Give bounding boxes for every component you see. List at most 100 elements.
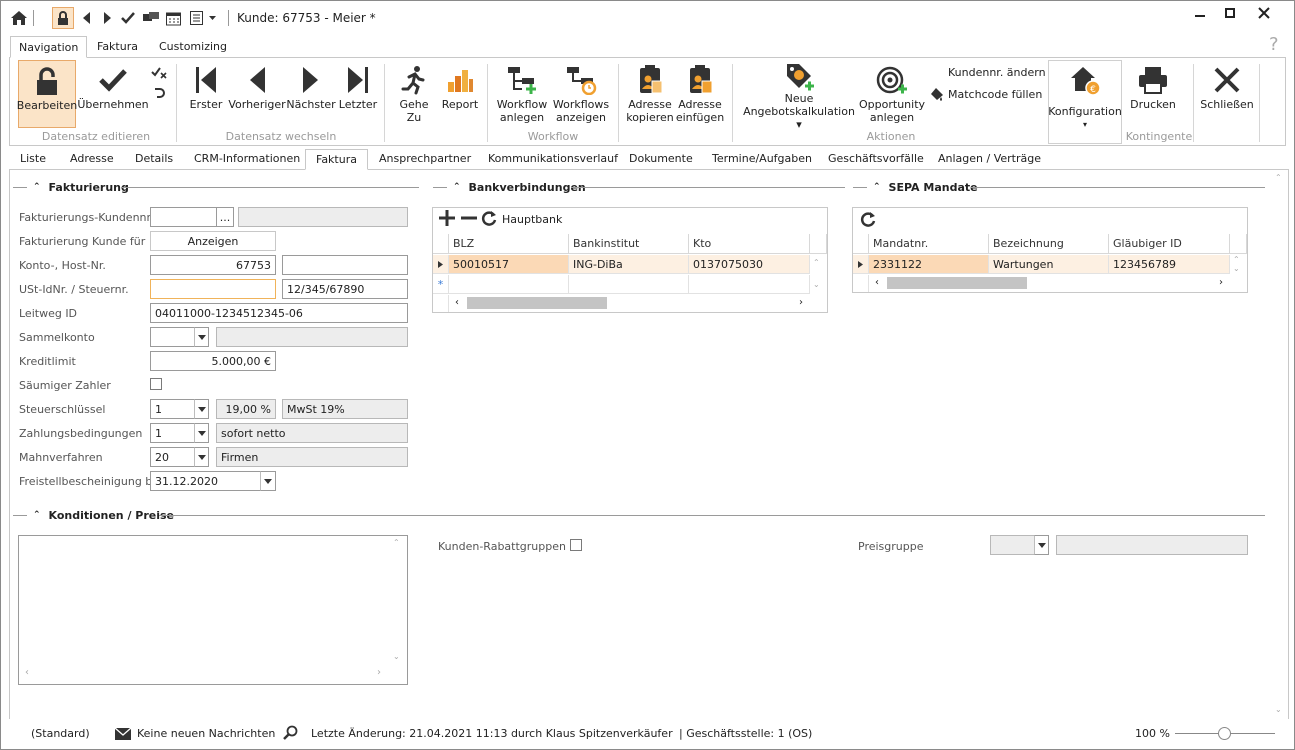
scroll-left-icon[interactable]: ‹: [455, 297, 459, 308]
zahlung-select[interactable]: 1: [150, 423, 195, 443]
erster-button[interactable]: Erster: [186, 60, 226, 126]
steuerschluessel-select[interactable]: 1: [150, 399, 195, 419]
freistell-date-input[interactable]: 31.12.2020: [150, 471, 262, 491]
scroll-down-icon[interactable]: ⌄: [813, 280, 820, 289]
tab-crm-informationen[interactable]: CRM-Informationen: [188, 149, 306, 170]
undo-icon[interactable]: [153, 86, 165, 103]
tab-termine-aufgaben[interactable]: Termine/Aufgaben: [706, 149, 818, 170]
quick-access-dropdown-icon[interactable]: [206, 8, 218, 28]
naechster-button[interactable]: Nächster: [286, 60, 336, 126]
tab-kommunikationsverlauf[interactable]: Kommunikationsverlauf: [482, 149, 624, 170]
kreditlimit-input[interactable]: 5.000,00 €: [150, 351, 276, 371]
opportunity-anlegen-button[interactable]: Opportunity anlegen: [859, 60, 925, 126]
kundennr-aendern-button[interactable]: Kundennr. ändern: [948, 66, 1046, 79]
table-cell-kto[interactable]: 0137075030: [689, 255, 810, 274]
vorheriger-button[interactable]: Vorheriger: [228, 60, 286, 126]
scroll-right-icon[interactable]: ›: [377, 667, 381, 678]
tab-dokumente[interactable]: Dokumente: [623, 149, 699, 170]
section-fakturierung[interactable]: ⌃ Fakturierung: [33, 180, 129, 194]
tab-geschaeftsvorfaelle[interactable]: Geschäftsvorfälle: [822, 149, 930, 170]
freistell-dropdown-button[interactable]: [260, 471, 276, 491]
konfiguration-button[interactable]: € Konfiguration ▾: [1048, 60, 1122, 144]
konditionen-textarea[interactable]: ⌃ ⌄ ‹ ›: [18, 535, 408, 685]
column-header-bankinstitut[interactable]: Bankinstitut: [569, 234, 689, 254]
tab-details[interactable]: Details: [129, 149, 179, 170]
tab-faktura[interactable]: Faktura: [305, 149, 368, 170]
new-row-cell[interactable]: [569, 275, 689, 294]
status-messages[interactable]: Keine neuen Nachrichten: [137, 727, 275, 740]
scroll-left-icon[interactable]: ‹: [875, 277, 879, 288]
report-button[interactable]: Report: [438, 60, 482, 126]
tab-adresse[interactable]: Adresse: [64, 149, 120, 170]
gehe-zu-button[interactable]: Gehe Zu: [394, 60, 434, 126]
horizontal-scrollbar-thumb[interactable]: [467, 297, 607, 309]
next-icon[interactable]: [97, 8, 117, 28]
kundennr-browse-button[interactable]: ...: [216, 207, 234, 227]
section-sepa-mandate[interactable]: ⌃ SEPA Mandate: [873, 180, 978, 194]
tab-ansprechpartner[interactable]: Ansprechpartner: [373, 149, 477, 170]
remove-icon[interactable]: [461, 210, 477, 229]
mahn-select[interactable]: 20: [150, 447, 195, 467]
table-cell-blz[interactable]: 50010517: [449, 255, 569, 274]
preisgruppe-dropdown-button[interactable]: [1034, 535, 1049, 555]
neue-angebotskalkulation-button[interactable]: Neue Angebotskalkulation ▾: [742, 60, 856, 131]
workflow-anlegen-button[interactable]: Workflow anlegen: [494, 60, 550, 126]
host-nr-input[interactable]: [282, 255, 408, 275]
konto-input[interactable]: 67753: [150, 255, 276, 275]
page-scroll-up-icon[interactable]: ⌃: [1275, 173, 1282, 182]
mahn-dropdown-button[interactable]: [194, 447, 209, 467]
section-konditionen[interactable]: ⌃ Konditionen / Preise: [33, 508, 174, 522]
refresh-icon[interactable]: [860, 211, 876, 230]
status-standard[interactable]: (Standard): [31, 727, 90, 740]
new-row-cell[interactable]: [689, 275, 810, 294]
calendar-icon[interactable]: [163, 8, 183, 28]
table-cell-bezeichnung[interactable]: Wartungen: [989, 255, 1109, 274]
kundennr-input[interactable]: [150, 207, 217, 227]
section-bankverbindungen[interactable]: ⌃ Bankverbindungen: [453, 180, 586, 194]
chat-icon[interactable]: [141, 8, 161, 28]
sammelkonto-dropdown-button[interactable]: [194, 327, 209, 347]
rabattgruppen-checkbox[interactable]: [570, 539, 582, 551]
list-icon[interactable]: [186, 8, 206, 28]
scroll-left-icon[interactable]: ‹: [25, 667, 29, 678]
scroll-right-icon[interactable]: ›: [799, 297, 803, 308]
sammelkonto-select[interactable]: [150, 327, 195, 347]
help-icon[interactable]: ?: [1269, 34, 1279, 55]
ribbon-tab-customizing[interactable]: Customizing: [151, 36, 235, 58]
scroll-up-icon[interactable]: ⌃: [393, 538, 400, 547]
table-cell-bankinstitut[interactable]: ING-DiBa: [569, 255, 689, 274]
new-row-cell[interactable]: [449, 275, 569, 294]
tab-anlagen-vertraege[interactable]: Anlagen / Verträge: [932, 149, 1047, 170]
ribbon-tab-faktura[interactable]: Faktura: [89, 36, 146, 58]
add-icon[interactable]: [439, 210, 455, 229]
leitweg-input[interactable]: 04011000-1234512345-06: [150, 303, 408, 323]
ribbon-tab-navigation[interactable]: Navigation: [10, 36, 88, 58]
search-icon[interactable]: [283, 725, 298, 743]
tab-liste[interactable]: Liste: [14, 149, 52, 170]
column-header-mandatnr[interactable]: Mandatnr.: [869, 234, 989, 254]
workflows-anzeigen-button[interactable]: Workflows anzeigen: [552, 60, 610, 126]
saeumig-checkbox[interactable]: [150, 378, 162, 390]
horizontal-scrollbar-thumb[interactable]: [887, 277, 1027, 289]
scroll-right-icon[interactable]: ›: [1219, 277, 1223, 288]
table-cell-glaeubiger-id[interactable]: 123456789: [1109, 255, 1230, 274]
drucken-button[interactable]: Drucken: [1128, 60, 1178, 126]
hauptbank-button[interactable]: Hauptbank: [502, 213, 562, 226]
bearbeiten-button[interactable]: Bearbeiten: [17, 60, 77, 128]
column-header-glaeubiger-id[interactable]: Gläubiger ID: [1109, 234, 1230, 254]
maximize-button[interactable]: [1215, 3, 1245, 23]
steuerschluessel-dropdown-button[interactable]: [194, 399, 209, 419]
table-cell-mandatnr[interactable]: 2331122: [869, 255, 989, 274]
anzeigen-button[interactable]: Anzeigen: [150, 231, 276, 251]
close-window-button[interactable]: [1249, 3, 1279, 23]
home-icon[interactable]: [9, 8, 29, 28]
schliessen-button[interactable]: Schließen: [1200, 60, 1254, 126]
minimize-button[interactable]: [1185, 3, 1215, 23]
column-header-blz[interactable]: BLZ: [449, 234, 569, 254]
refresh-icon[interactable]: [481, 210, 497, 229]
scroll-down-icon[interactable]: ⌄: [393, 652, 400, 661]
preisgruppe-select[interactable]: [990, 535, 1035, 555]
ust-idnr-input[interactable]: [150, 279, 276, 299]
column-header-bezeichnung[interactable]: Bezeichnung: [989, 234, 1109, 254]
check-icon[interactable]: [118, 8, 138, 28]
